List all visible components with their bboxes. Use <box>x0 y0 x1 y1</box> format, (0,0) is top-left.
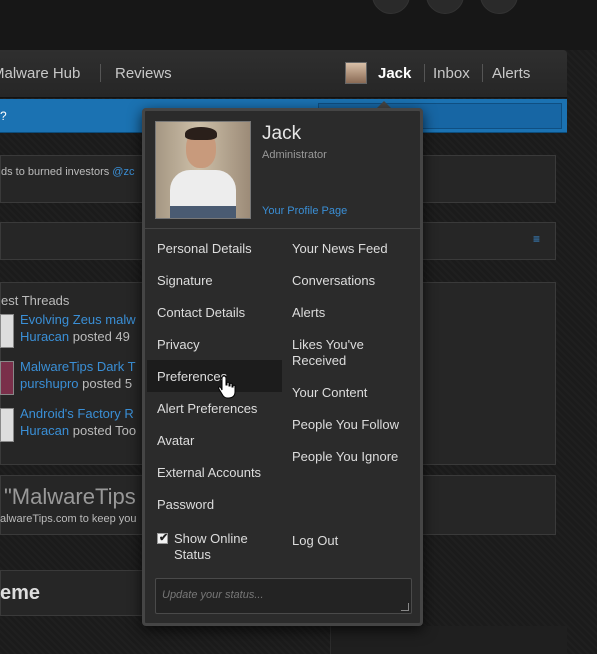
tweet-text: ds to burned investors @zc <box>1 166 135 178</box>
tweet-panel-right <box>420 155 556 203</box>
tweet-mention-link[interactable]: @zc <box>112 166 134 178</box>
thread-meta: Huracan posted 49 <box>20 329 130 344</box>
tweet-panel: ds to burned investors @zc <box>0 155 160 203</box>
menu-item-people-you-follow[interactable]: People You Follow <box>292 417 399 433</box>
nav-separator <box>100 64 101 82</box>
menu-icon[interactable]: ≡ <box>533 233 542 245</box>
nav-alerts[interactable]: Alerts <box>492 65 530 82</box>
menu-item-alerts[interactable]: Alerts <box>292 305 325 321</box>
thread-meta: Huracan posted Too <box>20 423 137 438</box>
nav-separator <box>482 64 483 82</box>
thread-title[interactable]: MalwareTips Dark T <box>20 359 136 374</box>
menu-item-likes-received[interactable]: Likes You've Received <box>292 337 402 369</box>
top-circle-button[interactable] <box>480 0 518 14</box>
thread-avatar <box>0 408 14 442</box>
top-bar <box>0 0 597 50</box>
nav-avatar[interactable] <box>345 62 367 84</box>
menu-item-avatar[interactable]: Avatar <box>157 433 194 449</box>
profile-page-link[interactable]: Your Profile Page <box>262 205 347 217</box>
menu-item-contact-details[interactable]: Contact Details <box>157 305 245 321</box>
top-circle-button[interactable] <box>372 0 410 14</box>
account-popup-menu: Jack Administrator Your Profile Page Per… <box>142 108 423 626</box>
navigation-bar: Malware Hub Reviews Jack Inbox Alerts <box>0 50 567 98</box>
checkmark-icon: ✔ <box>159 532 169 544</box>
logout-link[interactable]: Log Out <box>292 533 338 549</box>
menu-item-preferences[interactable]: Preferences <box>157 369 227 385</box>
menu-item-privacy[interactable]: Privacy <box>157 337 200 353</box>
popup-user-name[interactable]: Jack <box>262 123 301 145</box>
top-circle-button[interactable] <box>426 0 464 14</box>
menu-item-personal-details[interactable]: Personal Details <box>157 241 252 257</box>
quote-panel-right <box>420 475 556 535</box>
show-online-status-label[interactable]: Show Online Status <box>174 531 284 563</box>
status-update-input[interactable]: Update your status... <box>155 578 412 614</box>
menu-item-people-you-ignore[interactable]: People You Ignore <box>292 449 398 465</box>
popup-user-role: Administrator <box>262 149 327 161</box>
menu-item-password[interactable]: Password <box>157 497 214 513</box>
thread-avatar <box>0 361 14 395</box>
quote-title: "MalwareTips <box>4 484 136 509</box>
profile-photo[interactable] <box>155 121 251 219</box>
quote-text: alwareTips.com to keep you <box>0 513 137 525</box>
menu-item-external-accounts[interactable]: External Accounts <box>157 465 261 481</box>
hand-cursor-icon <box>218 375 236 399</box>
scheme-heading: eme <box>0 582 41 604</box>
nav-malware-hub[interactable]: Malware Hub <box>0 65 80 82</box>
resize-handle-icon[interactable] <box>401 603 409 611</box>
menu-item-alert-preferences[interactable]: Alert Preferences <box>157 401 257 417</box>
latest-threads-heading: est Threads <box>1 293 70 308</box>
menu-item-news-feed[interactable]: Your News Feed <box>292 241 388 257</box>
nav-reviews[interactable]: Reviews <box>115 65 172 82</box>
thread-title[interactable]: Android's Factory R <box>20 406 134 421</box>
thread-avatar <box>0 314 14 348</box>
nav-separator <box>424 64 425 82</box>
thread-title[interactable]: Evolving Zeus malw <box>20 312 136 327</box>
right-column-footer <box>330 626 567 654</box>
bar-panel-right: ≡ <box>420 222 556 260</box>
show-online-status-checkbox[interactable]: ✔ <box>157 532 169 544</box>
nav-inbox[interactable]: Inbox <box>433 65 470 82</box>
side-panel-right <box>420 282 556 465</box>
bar-panel <box>0 222 160 260</box>
menu-item-conversations[interactable]: Conversations <box>292 273 375 289</box>
status-placeholder: Update your status... <box>162 589 264 601</box>
nav-user-name[interactable]: Jack <box>378 65 411 82</box>
thread-meta: purshupro posted 5 <box>20 376 133 391</box>
menu-item-your-content[interactable]: Your Content <box>292 385 367 401</box>
notice-text: ? <box>0 109 7 123</box>
popup-divider <box>145 228 420 229</box>
menu-item-signature[interactable]: Signature <box>157 273 213 289</box>
